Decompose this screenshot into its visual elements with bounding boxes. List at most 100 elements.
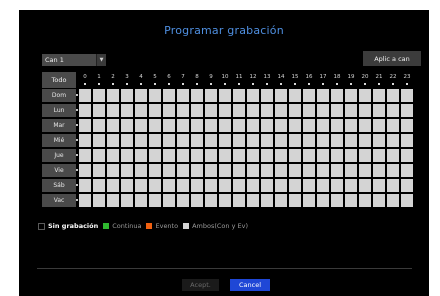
schedule-cell[interactable] (261, 119, 273, 132)
schedule-cell[interactable] (93, 179, 105, 192)
schedule-cell[interactable] (233, 164, 245, 177)
schedule-cell[interactable] (149, 194, 161, 207)
schedule-cell[interactable] (135, 179, 147, 192)
schedule-cell[interactable] (135, 194, 147, 207)
schedule-cell[interactable] (359, 179, 371, 192)
schedule-cell[interactable] (107, 119, 119, 132)
schedule-cell[interactable] (401, 134, 413, 147)
day-row-label[interactable]: Mié (42, 134, 76, 147)
schedule-cell[interactable] (149, 104, 161, 117)
schedule-cell[interactable] (219, 104, 231, 117)
schedule-cell[interactable] (289, 194, 301, 207)
schedule-cell[interactable] (205, 149, 217, 162)
schedule-cell[interactable] (373, 149, 385, 162)
schedule-cell[interactable] (121, 149, 133, 162)
schedule-cell[interactable] (107, 179, 119, 192)
schedule-cell[interactable] (121, 179, 133, 192)
schedule-cell[interactable] (289, 134, 301, 147)
schedule-cell[interactable] (121, 119, 133, 132)
schedule-cell[interactable] (317, 149, 329, 162)
hour-header[interactable]: 9 (204, 74, 218, 80)
schedule-cell[interactable] (275, 119, 287, 132)
schedule-cell[interactable] (219, 194, 231, 207)
schedule-cell[interactable] (275, 149, 287, 162)
hour-header[interactable]: 23 (400, 74, 414, 80)
schedule-cell[interactable] (373, 119, 385, 132)
hour-header[interactable]: 3 (120, 74, 134, 80)
schedule-cell[interactable] (149, 89, 161, 102)
schedule-cell[interactable] (331, 164, 343, 177)
schedule-cell[interactable] (163, 194, 175, 207)
schedule-cell[interactable] (261, 104, 273, 117)
schedule-cell[interactable] (163, 89, 175, 102)
schedule-cell[interactable] (359, 89, 371, 102)
schedule-cell[interactable] (317, 179, 329, 192)
schedule-cell[interactable] (93, 194, 105, 207)
schedule-cell[interactable] (233, 194, 245, 207)
schedule-cell[interactable] (177, 89, 189, 102)
schedule-cell[interactable] (163, 164, 175, 177)
schedule-cell[interactable] (107, 164, 119, 177)
schedule-cell[interactable] (107, 104, 119, 117)
schedule-cell[interactable] (93, 104, 105, 117)
day-row-label[interactable]: Mar (42, 119, 76, 132)
schedule-cell[interactable] (401, 104, 413, 117)
schedule-cell[interactable] (233, 149, 245, 162)
schedule-cell[interactable] (135, 149, 147, 162)
schedule-cell[interactable] (205, 119, 217, 132)
schedule-cell[interactable] (107, 194, 119, 207)
select-all-button[interactable]: Todo (42, 72, 76, 88)
hour-header[interactable]: 7 (176, 74, 190, 80)
schedule-cell[interactable] (303, 149, 315, 162)
schedule-cell[interactable] (289, 119, 301, 132)
hour-header[interactable]: 21 (372, 74, 386, 80)
apply-to-camera-button[interactable]: Aplic a can (363, 51, 421, 66)
day-row-label[interactable]: Vac (42, 194, 76, 207)
schedule-cell[interactable] (387, 179, 399, 192)
schedule-cell[interactable] (359, 119, 371, 132)
hour-header[interactable]: 22 (386, 74, 400, 80)
schedule-cell[interactable] (289, 164, 301, 177)
schedule-cell[interactable] (261, 194, 273, 207)
schedule-cell[interactable] (93, 119, 105, 132)
schedule-cell[interactable] (303, 134, 315, 147)
day-row-label[interactable]: Sáb (42, 179, 76, 192)
schedule-cell[interactable] (79, 179, 91, 192)
schedule-cell[interactable] (247, 194, 259, 207)
hour-header[interactable]: 5 (148, 74, 162, 80)
schedule-cell[interactable] (345, 179, 357, 192)
schedule-cell[interactable] (345, 119, 357, 132)
schedule-cell[interactable] (359, 134, 371, 147)
schedule-cell[interactable] (149, 119, 161, 132)
schedule-cell[interactable] (121, 134, 133, 147)
schedule-cell[interactable] (303, 89, 315, 102)
schedule-cell[interactable] (205, 89, 217, 102)
schedule-cell[interactable] (177, 134, 189, 147)
schedule-cell[interactable] (247, 164, 259, 177)
schedule-cell[interactable] (373, 179, 385, 192)
schedule-cell[interactable] (401, 149, 413, 162)
schedule-cell[interactable] (191, 104, 203, 117)
schedule-cell[interactable] (205, 134, 217, 147)
schedule-cell[interactable] (401, 179, 413, 192)
schedule-cell[interactable] (345, 134, 357, 147)
hour-header[interactable]: 1 (92, 74, 106, 80)
schedule-cell[interactable] (275, 194, 287, 207)
hour-header[interactable]: 2 (106, 74, 120, 80)
schedule-cell[interactable] (275, 104, 287, 117)
schedule-cell[interactable] (331, 149, 343, 162)
schedule-cell[interactable] (177, 179, 189, 192)
schedule-cell[interactable] (79, 149, 91, 162)
schedule-cell[interactable] (317, 104, 329, 117)
hour-header[interactable]: 16 (302, 74, 316, 80)
schedule-cell[interactable] (261, 149, 273, 162)
schedule-cell[interactable] (79, 164, 91, 177)
schedule-cell[interactable] (289, 104, 301, 117)
hour-header[interactable]: 0 (78, 74, 92, 80)
camera-select[interactable]: Can 1 ▼ (42, 54, 106, 66)
schedule-cell[interactable] (247, 119, 259, 132)
schedule-cell[interactable] (163, 149, 175, 162)
schedule-cell[interactable] (401, 119, 413, 132)
schedule-cell[interactable] (135, 104, 147, 117)
schedule-cell[interactable] (219, 119, 231, 132)
